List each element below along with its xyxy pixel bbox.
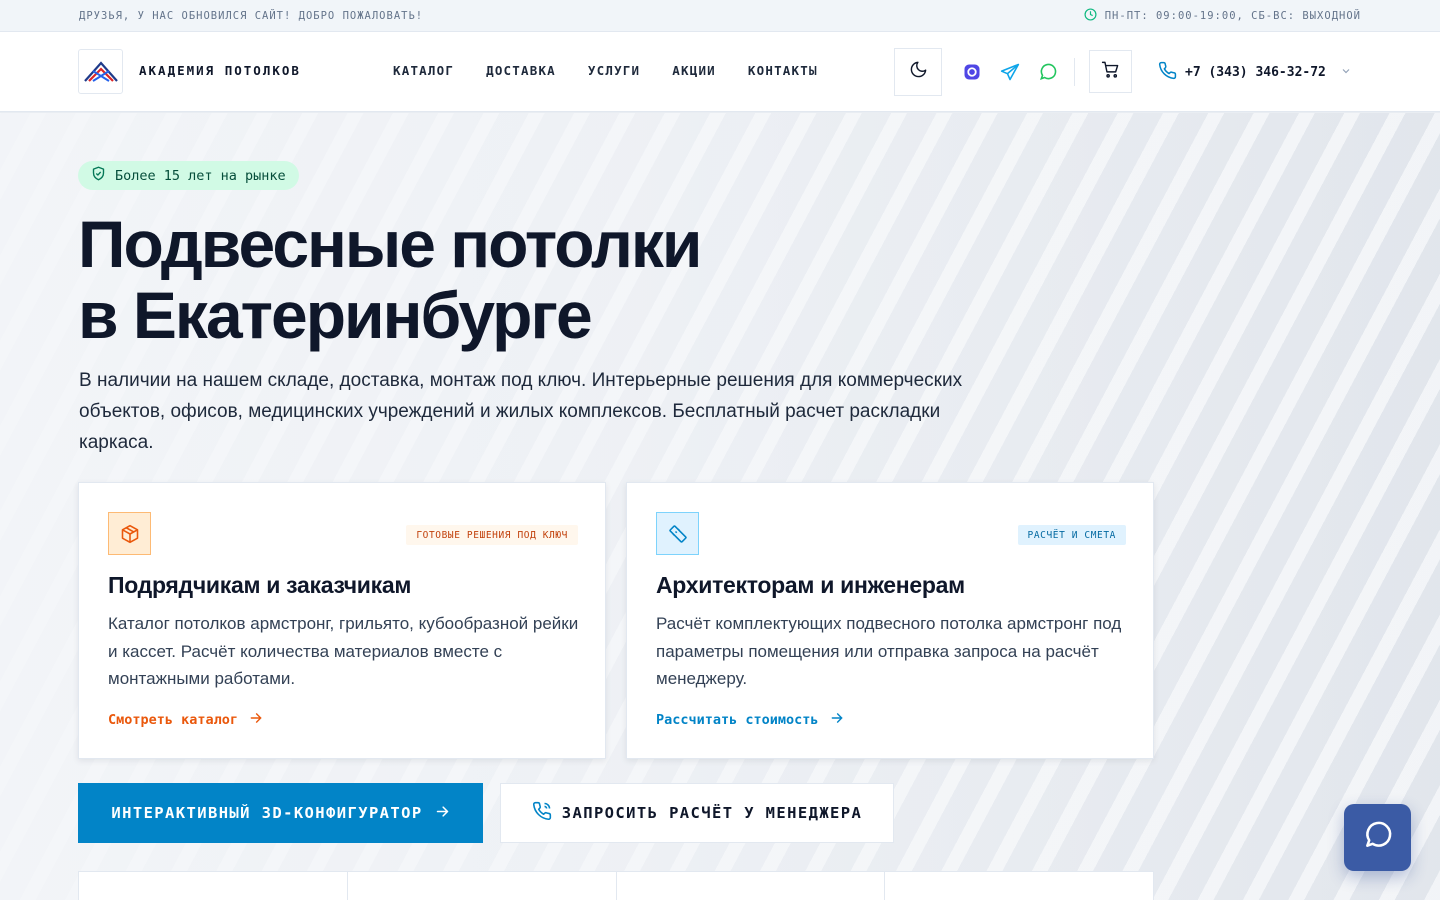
experience-badge: Более 15 лет на рынке: [78, 161, 299, 190]
hero-lead: В наличии на нашем складе, доставка, мон…: [79, 370, 963, 453]
shield-check-icon: [91, 166, 106, 185]
stat-cell: [885, 872, 1153, 900]
view-catalog-link-text[interactable]: Смотреть каталог: [108, 712, 238, 728]
stat-cell: [79, 872, 348, 900]
request-manager-button-label[interactable]: ЗАПРОСИТЬ РАСЧЁТ У МЕНЕДЖЕРА: [562, 804, 863, 822]
architects-card[interactable]: РАСЧЁТ И СМЕТА Архитекторам и инженерам …: [626, 482, 1154, 759]
card-tag: РАСЧЁТ И СМЕТА: [1017, 525, 1126, 545]
card-text: Расчёт комплектующих подвесного потолка …: [656, 614, 1122, 688]
card-text: Каталог потолков армстронг, грильято, ку…: [108, 614, 579, 688]
cart-button[interactable]: [1089, 50, 1132, 93]
phone-number[interactable]: +7 (343) 346-32-72: [1185, 65, 1326, 80]
logo-text[interactable]: АКАДЕМИЯ ПОТОЛКОВ: [139, 63, 301, 78]
arrow-right-icon: [249, 711, 263, 729]
nav-item-contacts[interactable]: КОНТАКТЫ: [748, 63, 818, 78]
working-hours: ПН-ПТ: 09:00-19:00, СБ-ВС: ВЫХОДНОЙ: [1084, 7, 1361, 24]
main-nav: КАТАЛОГ ДОСТАВКА УСЛУГИ АКЦИИ КОНТАКТЫ: [393, 63, 818, 78]
nav-item-services[interactable]: УСЛУГИ: [588, 63, 640, 78]
chat-widget-button[interactable]: [1344, 804, 1411, 871]
announcement-text: ДРУЗЬЯ, У НАС ОБНОВИЛСЯ САЙТ! ДОБРО ПОЖА…: [79, 9, 424, 22]
theme-toggle-button[interactable]: [894, 48, 942, 96]
page-title-line2: в Екатеринбурге: [78, 278, 593, 352]
package-icon: [108, 512, 151, 555]
max-messenger-icon[interactable]: [962, 62, 982, 82]
request-manager-button[interactable]: ЗАПРОСИТЬ РАСЧЁТ У МЕНЕДЖЕРА: [500, 783, 894, 843]
contractors-card[interactable]: ГОТОВЫЕ РЕШЕНИЯ ПОД КЛЮЧ Подрядчикам и з…: [78, 482, 606, 759]
stat-cell: [617, 872, 886, 900]
page-title-line1: Подвесные потолки: [78, 207, 702, 281]
stats-strip: [78, 871, 1154, 900]
card-title: Архитекторам и инженерам: [656, 572, 965, 598]
nav-item-delivery[interactable]: ДОСТАВКА: [486, 63, 556, 78]
ruler-icon: [656, 512, 699, 555]
configurator-button[interactable]: ИНТЕРАКТИВНЫЙ 3D-КОНФИГУРАТОР: [78, 783, 483, 843]
nav-item-catalog[interactable]: КАТАЛОГ: [393, 63, 454, 78]
announcement-bar: ДРУЗЬЯ, У НАС ОБНОВИЛСЯ САЙТ! ДОБРО ПОЖА…: [0, 0, 1440, 32]
cart-icon: [1101, 60, 1120, 84]
hero-section: Более 15 лет на рынке Подвесные потолки …: [0, 113, 1440, 900]
view-catalog-link[interactable]: Смотреть каталог: [108, 711, 263, 729]
configurator-button-label[interactable]: ИНТЕРАКТИВНЫЙ 3D-КОНФИГУРАТОР: [111, 804, 422, 822]
logo[interactable]: [78, 49, 123, 94]
card-tag: ГОТОВЫЕ РЕШЕНИЯ ПОД КЛЮЧ: [406, 525, 578, 545]
nav-item-promotions[interactable]: АКЦИИ: [672, 63, 716, 78]
calculate-cost-link-text[interactable]: Рассчитать стоимость: [656, 712, 819, 728]
moon-icon: [909, 60, 928, 84]
logo-mark-icon: [83, 60, 118, 82]
phone-call-icon: [532, 801, 552, 825]
site-header: АКАДЕМИЯ ПОТОЛКОВ КАТАЛОГ ДОСТАВКА УСЛУГ…: [0, 32, 1440, 112]
clock-icon: [1084, 7, 1097, 24]
stat-cell: [348, 872, 617, 900]
phone-icon: [1158, 61, 1177, 84]
card-title: Подрядчикам и заказчикам: [108, 572, 412, 598]
arrow-right-icon: [435, 804, 450, 823]
experience-badge-text: Более 15 лет на рынке: [115, 167, 286, 184]
calculate-cost-link[interactable]: Рассчитать стоимость: [656, 711, 844, 729]
chat-bubble-icon: [1362, 819, 1394, 856]
phone-dropdown[interactable]: +7 (343) 346-32-72: [1158, 61, 1352, 84]
header-divider: [1074, 58, 1075, 86]
telegram-icon[interactable]: [1000, 62, 1020, 82]
arrow-right-icon: [830, 711, 844, 729]
page-title: Подвесные потолки в Екатеринбурге: [78, 207, 702, 352]
whatsapp-icon[interactable]: [1038, 62, 1058, 82]
working-hours-text: ПН-ПТ: 09:00-19:00, СБ-ВС: ВЫХОДНОЙ: [1104, 9, 1361, 22]
chevron-down-icon[interactable]: [1340, 65, 1352, 81]
